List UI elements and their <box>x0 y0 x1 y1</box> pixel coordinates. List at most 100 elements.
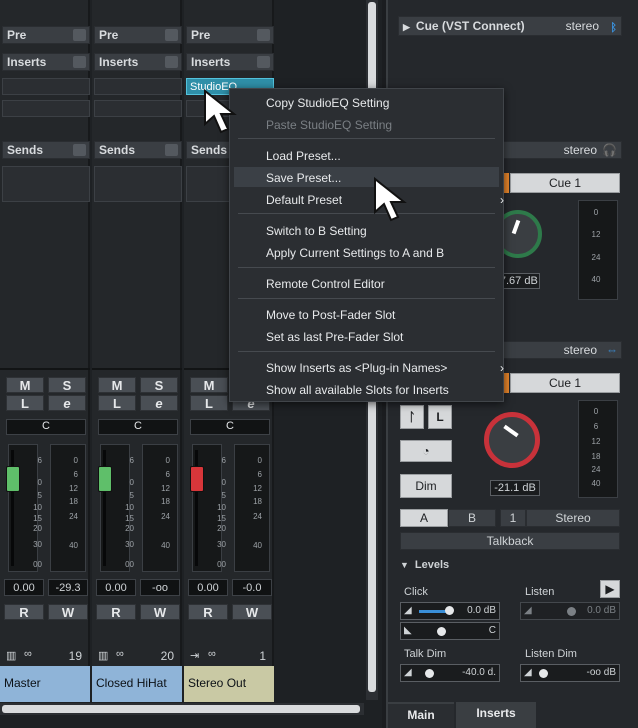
menu-item-apply-current-settings-to-a-and-b[interactable]: Apply Current Settings to A and B <box>266 245 494 261</box>
listen-enable-button[interactable]: ▶ <box>600 580 620 598</box>
fader-handle[interactable] <box>98 466 112 492</box>
strip2-header[interactable]: stereo ⇔ <box>498 341 622 359</box>
solo-button[interactable]: S <box>140 377 178 393</box>
pan-control[interactable]: C <box>98 419 178 435</box>
tab-main[interactable]: Main <box>388 702 454 728</box>
dim-button[interactable]: Dim <box>400 474 452 498</box>
sends-section-header[interactable]: Sends <box>94 141 182 159</box>
inserts-section-header[interactable]: Inserts <box>186 53 274 71</box>
tab-inserts[interactable]: Inserts <box>456 702 536 728</box>
inserts-bypass-icon[interactable] <box>257 56 270 68</box>
menu-item-set-as-last-pre-fader-slot[interactable]: Set as last Pre-Fader Slot <box>266 329 494 345</box>
meter-scale-label: 24 <box>253 512 262 521</box>
metronome-button[interactable]: ◔ <box>400 440 452 462</box>
pre-section-header[interactable]: Pre <box>2 26 90 44</box>
talkdim-slider[interactable]: ◢ -40.0 d. <box>400 664 500 682</box>
listendim-slider[interactable]: ◢ -oo dB <box>520 664 620 682</box>
read-automation-button[interactable]: R <box>4 604 44 620</box>
menu-item-move-to-post-fader-slot[interactable]: Move to Post-Fader Slot <box>266 307 494 323</box>
talkback-button[interactable]: Talkback <box>400 532 620 550</box>
meter-scale-label: 12 <box>161 484 170 493</box>
channel-name[interactable]: Closed HiHat <box>92 666 182 702</box>
strip2-cue-selector[interactable]: Cue 1 <box>510 373 620 393</box>
read-automation-button[interactable]: R <box>96 604 136 620</box>
pre-power-icon[interactable] <box>257 29 270 41</box>
peak-value[interactable]: -oo <box>140 579 180 596</box>
menu-item-load-preset[interactable]: Load Preset... <box>266 148 494 164</box>
peak-value[interactable]: -0.0 <box>232 579 272 596</box>
edit-button[interactable]: e <box>140 395 178 411</box>
stereo-button[interactable]: Stereo <box>526 509 620 527</box>
mute-button[interactable]: M <box>98 377 136 393</box>
solo-button[interactable]: S <box>48 377 86 393</box>
listen-l-button[interactable]: L <box>428 405 452 429</box>
peak-value[interactable]: -29.3 <box>48 579 88 596</box>
mute-button[interactable]: M <box>6 377 44 393</box>
scrollbar-thumb[interactable] <box>2 705 360 713</box>
write-automation-button[interactable]: W <box>140 604 180 620</box>
channel-name[interactable]: Master <box>0 666 90 702</box>
mono-toggle-button[interactable]: ᛚ <box>400 405 424 429</box>
pre-power-icon[interactable] <box>165 29 178 41</box>
menu-item-remote-control-editor[interactable]: Remote Control Editor <box>266 276 494 292</box>
fader-handle[interactable] <box>6 466 20 492</box>
pre-section-header[interactable]: Pre <box>94 26 182 44</box>
insert-slot[interactable] <box>94 100 182 117</box>
send-slot[interactable] <box>94 166 182 202</box>
pan-control[interactable]: C <box>190 419 270 435</box>
cue-header[interactable]: ▶ Cue (VST Connect) stereo ᛒ <box>398 16 622 36</box>
slider-handle[interactable] <box>539 669 548 678</box>
slider-handle[interactable] <box>425 669 434 678</box>
sends-monitor-icon[interactable] <box>73 144 86 156</box>
inserts-bypass-icon[interactable] <box>165 56 178 68</box>
strip1-header[interactable]: stereo 🎧 <box>498 141 622 159</box>
pre-power-icon[interactable] <box>73 29 86 41</box>
strip1-cue-label: Cue 1 <box>548 176 582 190</box>
peak-value-text: -0.0 <box>242 582 262 594</box>
listen-button[interactable]: L <box>6 395 44 411</box>
strip2-gain-value[interactable]: -21.1 dB <box>490 480 540 496</box>
inserts-section-header[interactable]: Inserts <box>94 53 182 71</box>
insert-slot[interactable] <box>2 78 90 95</box>
expand-triangle-icon: ▶ <box>403 22 410 32</box>
sends-monitor-icon[interactable] <box>165 144 178 156</box>
strip2-gain-knob[interactable] <box>484 412 540 468</box>
write-automation-button[interactable]: W <box>232 604 272 620</box>
menu-item-show-inserts-as-plug-in-names[interactable]: Show Inserts as <Plug-in Names> › <box>266 360 504 376</box>
channel-1-button[interactable]: 1 <box>500 509 526 527</box>
menu-item-copy-studioeq-setting[interactable]: Copy StudioEQ Setting <box>266 95 494 111</box>
levels-header[interactable]: ▼ Levels <box>400 559 620 573</box>
fader-value[interactable]: 0.00 <box>188 579 228 596</box>
listen-level-slider[interactable]: ◢ 0.0 dB <box>520 602 620 620</box>
click-level-slider[interactable]: ◢ 0.0 dB <box>400 602 500 620</box>
fader-value[interactable]: 0.00 <box>4 579 44 596</box>
pan-control[interactable]: C <box>6 419 86 435</box>
menu-item-show-all-available-slots-for-inserts[interactable]: Show all available Slots for Inserts <box>266 382 494 398</box>
inserts-section-header[interactable]: Inserts <box>2 53 90 71</box>
sends-label: Sends <box>191 143 228 157</box>
strip1-cue-selector[interactable]: Cue 1 <box>510 173 620 193</box>
listen-button[interactable]: L <box>98 395 136 411</box>
b-button[interactable]: B <box>448 509 496 527</box>
slider-handle[interactable] <box>567 607 576 616</box>
sends-section-header[interactable]: Sends <box>2 141 90 159</box>
meter-scale-label: 6 <box>257 470 262 479</box>
click-pan-slider[interactable]: ◣ C <box>400 622 500 640</box>
pre-section-header[interactable]: Pre <box>186 26 274 44</box>
mixer-horizontal-scrollbar[interactable] <box>0 703 364 715</box>
a-button[interactable]: A <box>400 509 448 527</box>
fader-handle[interactable] <box>190 466 204 492</box>
insert-slot[interactable] <box>2 100 90 117</box>
edit-button[interactable]: e <box>48 395 86 411</box>
fader-value[interactable]: 0.00 <box>96 579 136 596</box>
inserts-bypass-icon[interactable] <box>73 56 86 68</box>
send-slot[interactable] <box>2 166 90 202</box>
listen-button[interactable]: L <box>190 395 228 411</box>
mute-button[interactable]: M <box>190 377 228 393</box>
write-automation-button[interactable]: W <box>48 604 88 620</box>
slider-handle[interactable] <box>437 627 446 636</box>
channel-name[interactable]: Stereo Out <box>184 666 274 702</box>
read-automation-button[interactable]: R <box>188 604 228 620</box>
slider-handle[interactable] <box>445 606 454 615</box>
insert-slot[interactable] <box>94 78 182 95</box>
